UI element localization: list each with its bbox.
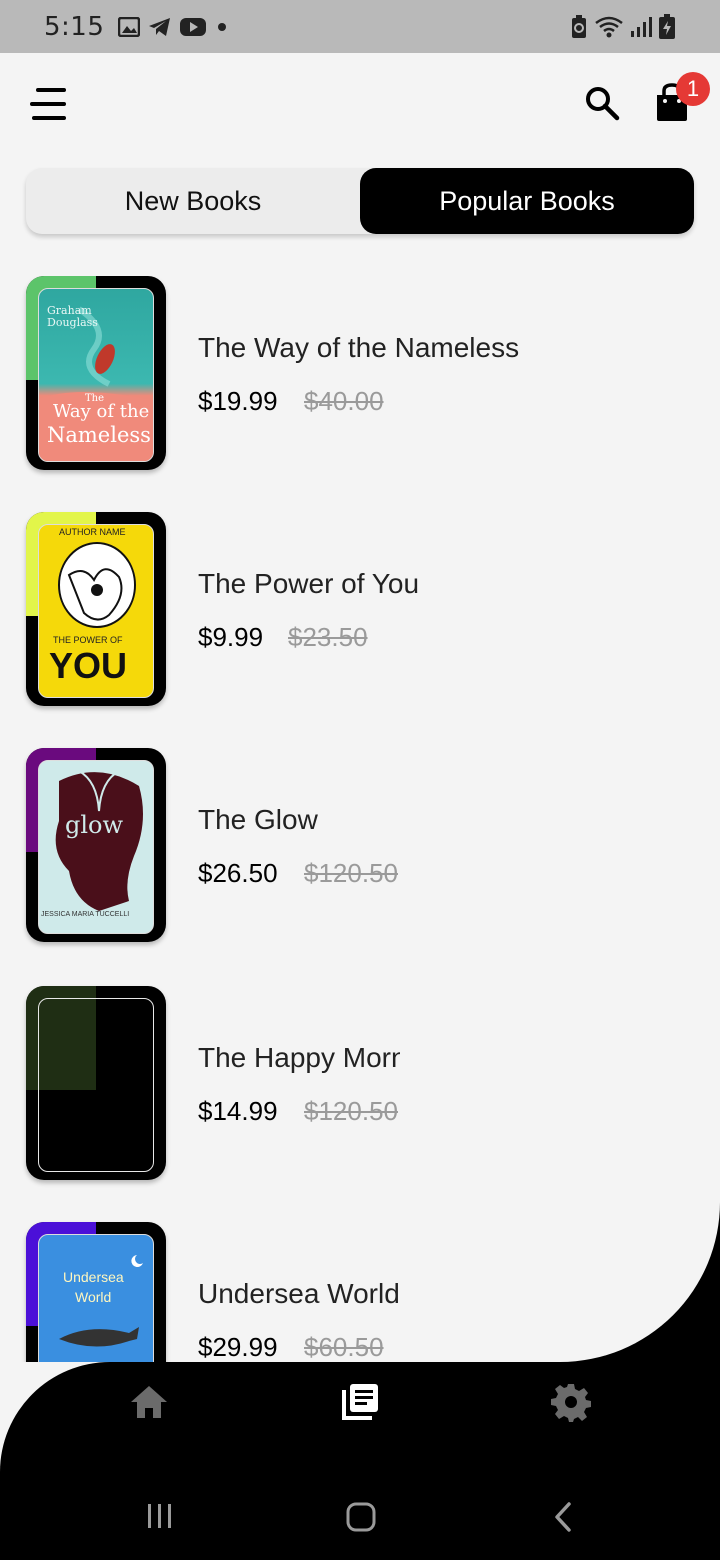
- book-price: $14.99: [198, 1096, 278, 1126]
- book-title: The Power of You: [198, 568, 420, 599]
- book-old-price: $120.50: [304, 858, 398, 888]
- cover-title-line1: Undersea: [63, 1269, 124, 1285]
- signal-icon: [631, 16, 652, 37]
- book-cover: AUTHOR NAME THE POWER OF YOU: [26, 512, 166, 706]
- book-cover: glow JESSICA MARIA TUCCELLI: [26, 748, 166, 942]
- battery-charging-icon: [659, 13, 675, 39]
- cover-title-line2: Way of the: [53, 401, 150, 422]
- cover-author: Graham Douglass: [47, 304, 98, 329]
- tab-new-books[interactable]: New Books: [26, 168, 360, 234]
- cover-image: Graham Douglass The Way of the Nameless: [38, 288, 154, 462]
- notification-dot-icon: [218, 22, 227, 31]
- status-bar: 5:15: [0, 0, 720, 53]
- cover-image: [38, 998, 154, 1172]
- search-icon[interactable]: [584, 85, 620, 121]
- cover-title: glow: [65, 811, 124, 839]
- cover-image: AUTHOR NAME THE POWER OF YOU: [38, 524, 154, 698]
- system-nav-bar: [0, 1480, 720, 1560]
- book-title: Undersea World: [198, 1278, 400, 1309]
- book-cover: Graham Douglass The Way of the Nameless: [26, 276, 166, 470]
- recent-apps-button[interactable]: [146, 1502, 174, 1530]
- menu-icon-line: [32, 116, 66, 120]
- cover-image: glow JESSICA MARIA TUCCELLI: [38, 760, 154, 934]
- menu-icon: [36, 88, 66, 92]
- book-item[interactable]: Graham Douglass The Way of the Nameless …: [26, 276, 706, 470]
- battery-saver-icon: [572, 14, 586, 38]
- book-item[interactable]: glow JESSICA MARIA TUCCELLI The Glow $26…: [26, 748, 706, 942]
- cover-title-line1: THE POWER OF: [53, 635, 123, 645]
- settings-icon[interactable]: [551, 1382, 591, 1422]
- book-price: $29.99: [198, 1332, 278, 1362]
- back-button[interactable]: [552, 1502, 574, 1532]
- status-right-icons: [570, 13, 676, 40]
- book-old-price: $60.50: [304, 1332, 384, 1362]
- decorative-curve-mask: [400, 1040, 720, 1362]
- book-cover: [26, 986, 166, 1180]
- telegram-icon: [149, 17, 171, 36]
- tab-popular-books[interactable]: Popular Books: [360, 168, 694, 234]
- book-price: $9.99: [198, 622, 264, 652]
- book-old-price: $23.50: [288, 622, 368, 652]
- image-icon: [118, 16, 141, 37]
- app-header: [0, 53, 720, 153]
- menu-icon-line: [30, 102, 66, 106]
- book-item[interactable]: AUTHOR NAME THE POWER OF YOU The Power o…: [26, 512, 706, 706]
- cover-author: JESSICA MARIA TUCCELLI: [41, 911, 130, 918]
- book-tabs: New Books Popular Books: [26, 168, 694, 234]
- cover-image: Undersea World: [38, 1234, 154, 1362]
- book-old-price: $40.00: [304, 386, 384, 416]
- book-title: The Way of the Nameless: [198, 332, 520, 363]
- cover-title-line2: World: [75, 1289, 112, 1305]
- menu-button[interactable]: [30, 85, 68, 123]
- wifi-icon: [595, 16, 623, 37]
- book-title: The Glow: [198, 804, 318, 835]
- book-price: $26.50: [198, 858, 278, 888]
- youtube-icon: [180, 17, 207, 36]
- status-time: 5:15: [44, 11, 105, 42]
- silhouette-illustration: [55, 770, 143, 911]
- library-icon[interactable]: [340, 1382, 380, 1422]
- home-icon[interactable]: [129, 1382, 169, 1422]
- cover-author: AUTHOR NAME: [59, 527, 126, 537]
- cover-title-line3: Nameless: [47, 423, 151, 447]
- status-left-icons: [118, 16, 227, 37]
- book-old-price: $120.50: [304, 1096, 398, 1126]
- cart-badge: 1: [676, 72, 710, 106]
- book-cover: Undersea World: [26, 1222, 166, 1362]
- home-system-button[interactable]: [346, 1502, 376, 1532]
- book-price: $19.99: [198, 386, 278, 416]
- cover-title-line2: YOU: [49, 645, 128, 686]
